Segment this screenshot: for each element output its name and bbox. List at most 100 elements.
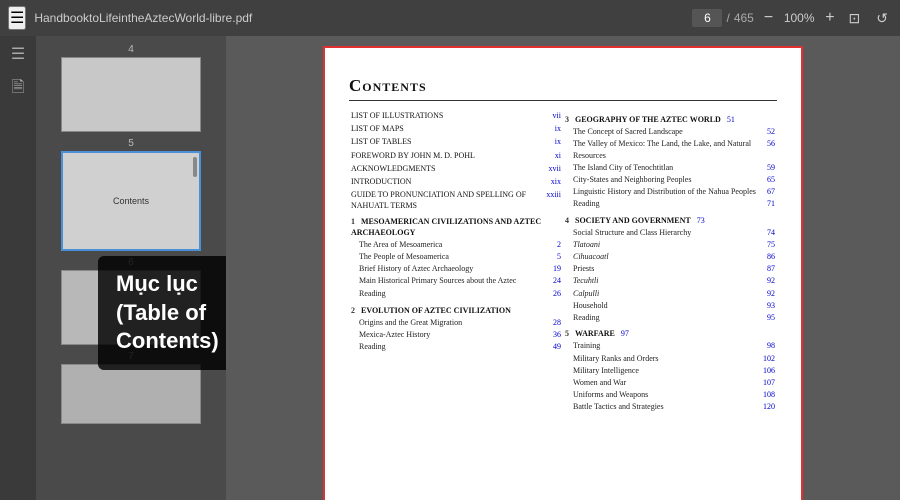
toc-section-2-title: EVOLUTION OF AZTEC CIVILIZATION [361, 306, 511, 315]
toc-entry-foreword: FOREWORD BY JOHN M. D. POHL xi [351, 150, 561, 161]
thumb-page-num-4: 4 [128, 44, 134, 55]
toc-page-foreword: xi [555, 150, 561, 161]
toc-section-4-header: 4 SOCIETY AND GOVERNMENT 73 [565, 215, 775, 226]
page-separator: / [726, 11, 729, 25]
toc-entry-guide: GUIDE TO PRONUNCIATION AND SPELLING OF N… [351, 189, 561, 211]
pdf-page: Contents LIST OF ILLUSTRATIONS vii LIST … [323, 46, 803, 500]
sidebar-bookmark-icon[interactable]: 🗎 [12, 76, 25, 103]
toc-section-4-title: SOCIETY AND GOVERNMENT [575, 216, 691, 225]
thumbnail-panel[interactable]: 4 5 Contents Mục lục (Table of Contents) [36, 36, 226, 500]
pdf-area: Contents LIST OF ILLUSTRATIONS vii LIST … [226, 36, 900, 500]
toc-entry-acknowledgments: ACKNOWLEDGMENTS xvii [351, 163, 561, 174]
toc-right-column: 3 GEOGRAPHY OF THE AZTEC WORLD 51 The Co… [563, 109, 777, 415]
toc-sub-mesoamerica-area: The Area of Mesoamerica 2 [359, 239, 561, 250]
page-input[interactable] [692, 9, 722, 27]
zoom-out-button[interactable]: − [762, 9, 775, 27]
toc-sub-tlatoani: Tlatoani 75 [573, 239, 775, 250]
toc-section-2-header: 2 EVOLUTION OF AZTEC CIVILIZATION [351, 305, 561, 316]
menu-button[interactable]: ☰ [8, 6, 26, 30]
toc-entry-illustrations: LIST OF ILLUSTRATIONS vii [351, 110, 561, 121]
toc-sub-social-structure: Social Structure and Class Hierarchy 74 [573, 227, 775, 238]
toc-section-1-header: 1 MESOAMERICAN CIVILIZATIONS AND AZTEC A… [351, 216, 561, 238]
toc-sub-women-war: Women and War 107 [573, 377, 775, 388]
toc-sub-battle-tactics: Battle Tactics and Strategies 120 [573, 401, 775, 412]
toc-section-4-num: 4 [565, 216, 569, 225]
thumb-page-num-5: 5 [128, 138, 134, 149]
toc-sub-training: Training 98 [573, 340, 775, 351]
toc-section-1-title: MESOAMERICAN CIVILIZATIONS AND AZTEC ARC… [351, 217, 541, 237]
toc-label-maps: LIST OF MAPS [351, 123, 551, 134]
page-navigation: / 465 [692, 9, 753, 27]
thumbnail-7[interactable]: 7 [42, 351, 220, 424]
thumb-page-num-6: 6 [128, 257, 134, 268]
toc-sub-tenochtitlan: The Island City of Tenochtitlan 59 [573, 162, 775, 173]
toc-sub-tecuhtli: Tecuhtli 92 [573, 275, 775, 286]
zoom-in-button[interactable]: + [823, 9, 836, 27]
toc-sub-sacred-landscape: The Concept of Sacred Landscape 52 [573, 126, 775, 137]
main-area: ☰ 🗎 4 5 Contents Mục lục (Table of Conte… [0, 36, 900, 500]
toc-section-3-num: 3 [565, 115, 569, 124]
toc-page-maps: ix [555, 123, 561, 134]
zoom-value: 100% [779, 11, 819, 25]
toc-section-2-num: 2 [351, 306, 355, 315]
thumb-page-num-7: 7 [128, 351, 134, 362]
toc-section-5-title: WARFARE [575, 329, 615, 338]
toc-page-introduction: xix [551, 176, 561, 187]
toc-label-guide: GUIDE TO PRONUNCIATION AND SPELLING OF N… [351, 189, 542, 211]
toc-label-foreword: FOREWORD BY JOHN M. D. POHL [351, 150, 551, 161]
toc-label-tables: LIST OF TABLES [351, 136, 551, 147]
toc-sub-aztec-archaeology: Brief History of Aztec Archaeology 19 [359, 263, 561, 274]
filename-label: HandbooktoLifeintheAztecWorld-libre.pdf [34, 11, 684, 25]
toc-sub-city-states: City-States and Neighboring Peoples 65 [573, 174, 775, 185]
toc-sub-linguistic-history: Linguistic History and Distribution of t… [573, 186, 775, 197]
toc-page-illustrations: vii [553, 110, 561, 121]
toc-entry-maps: LIST OF MAPS ix [351, 123, 561, 134]
toc-sub-military-intelligence: Military Intelligence 106 [573, 365, 775, 376]
toc-label-introduction: INTRODUCTION [351, 176, 547, 187]
toc-sub-military-ranks: Military Ranks and Orders 102 [573, 353, 775, 364]
left-icon-bar: ☰ 🗎 [0, 36, 36, 500]
toc-sub-cihuacoatl: Cihuacoatl 86 [573, 251, 775, 262]
thumb-img-5[interactable]: Contents [61, 151, 201, 251]
toc-sub-mexica-history: Mexica-Aztec History 36 [359, 329, 561, 340]
toolbar: ☰ HandbooktoLifeintheAztecWorld-libre.pd… [0, 0, 900, 36]
toc-page-guide: xxiii [546, 189, 561, 200]
thumb-scrollbar[interactable] [193, 157, 197, 177]
thumb-img-7[interactable] [61, 364, 201, 424]
toc-sub-reading-2: Reading 49 [359, 341, 561, 352]
toc-sub-reading-4: Reading 95 [573, 312, 775, 323]
thumb-img-6[interactable] [61, 270, 201, 345]
thumbnail-4[interactable]: 4 [42, 44, 220, 132]
toc-sub-reading-1: Reading 26 [359, 288, 561, 299]
toc-page-tables: ix [555, 136, 561, 147]
toc-sub-reading-3: Reading 71 [573, 198, 775, 209]
toc-sub-valley-mexico: The Valley of Mexico: The Land, the Lake… [573, 138, 775, 160]
toc-section-3-title: GEOGRAPHY OF THE AZTEC WORLD [575, 115, 721, 124]
toc-sub-calpulli: Calpulli 92 [573, 288, 775, 299]
toc-section-1-num: 1 [351, 217, 355, 226]
toc-sub-mesoamerica-people: The People of Mesoamerica 5 [359, 251, 561, 262]
toc-sub-origins: Origins and the Great Migration 28 [359, 317, 561, 328]
thumbnail-6[interactable]: 6 [42, 257, 220, 345]
total-pages: 465 [734, 11, 754, 25]
toc-sub-household: Household 93 [573, 300, 775, 311]
toc-section-3-header: 3 GEOGRAPHY OF THE AZTEC WORLD 51 [565, 114, 775, 125]
sidebar-menu-icon[interactable]: ☰ [11, 44, 25, 64]
thumbnail-5[interactable]: 5 Contents [42, 138, 220, 251]
toc-entry-introduction: INTRODUCTION xix [351, 176, 561, 187]
toc-entry-tables: LIST OF TABLES ix [351, 136, 561, 147]
toc-left-column: LIST OF ILLUSTRATIONS vii LIST OF MAPS i… [349, 109, 563, 415]
toc-section-5-header: 5 WARFARE 97 [565, 328, 775, 339]
toc-sub-uniforms: Uniforms and Weapons 108 [573, 389, 775, 400]
toc-sub-priests: Priests 87 [573, 263, 775, 274]
toc-label-acknowledgments: ACKNOWLEDGMENTS [351, 163, 545, 174]
thumb-img-4[interactable] [61, 57, 201, 132]
toc-section-5-num: 5 [565, 329, 569, 338]
zoom-controls: − 100% + [762, 9, 837, 27]
pdf-page-title: Contents [349, 76, 777, 101]
fit-page-button[interactable]: ⊡ [845, 8, 865, 29]
toc-table: LIST OF ILLUSTRATIONS vii LIST OF MAPS i… [349, 109, 777, 415]
toc-page-acknowledgments: xvii [549, 163, 561, 174]
refresh-button[interactable]: ↺ [872, 8, 892, 29]
toc-label-illustrations: LIST OF ILLUSTRATIONS [351, 110, 549, 121]
